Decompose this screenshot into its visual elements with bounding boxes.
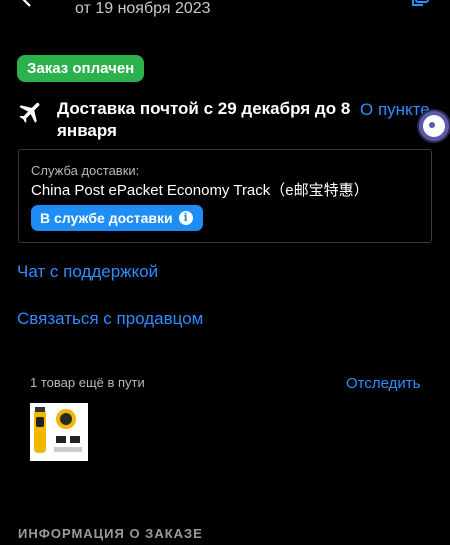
copy-icon[interactable] bbox=[410, 0, 434, 12]
info-icon: i bbox=[178, 211, 193, 225]
shipping-service-card: Служба доставки: China Post ePacket Econ… bbox=[18, 149, 432, 243]
assistant-icon[interactable] bbox=[419, 111, 449, 141]
items-in-transit: 1 товар ещё в пути bbox=[30, 375, 145, 390]
track-link[interactable]: Отследить bbox=[346, 375, 420, 392]
order-date: от 19 ноября 2023 bbox=[75, 0, 211, 17]
back-arrow-icon[interactable] bbox=[16, 0, 40, 12]
product-thumbnail[interactable] bbox=[30, 403, 88, 461]
product-image bbox=[30, 403, 88, 461]
airplane-icon bbox=[19, 102, 40, 123]
contact-seller-link[interactable]: Связаться с продавцом bbox=[17, 309, 203, 329]
shipping-service-label: Служба доставки: bbox=[31, 163, 140, 178]
shipping-service-button-label: В службе доставки bbox=[40, 210, 173, 226]
shipping-service-name: China Post ePacket Economy Track（e邮宝特惠） bbox=[31, 182, 369, 199]
order-info-heading: ИНФОРМАЦИЯ О ЗАКАЗЕ bbox=[18, 526, 203, 541]
status-badge: Заказ оплачен bbox=[17, 55, 145, 82]
delivery-estimate: Доставка почтой с 29 декабря до 8 января bbox=[57, 99, 351, 140]
chat-support-link[interactable]: Чат с поддержкой bbox=[17, 262, 158, 282]
shipping-service-button[interactable]: В службе доставки i bbox=[31, 205, 203, 231]
assistant-face-icon bbox=[423, 115, 445, 137]
